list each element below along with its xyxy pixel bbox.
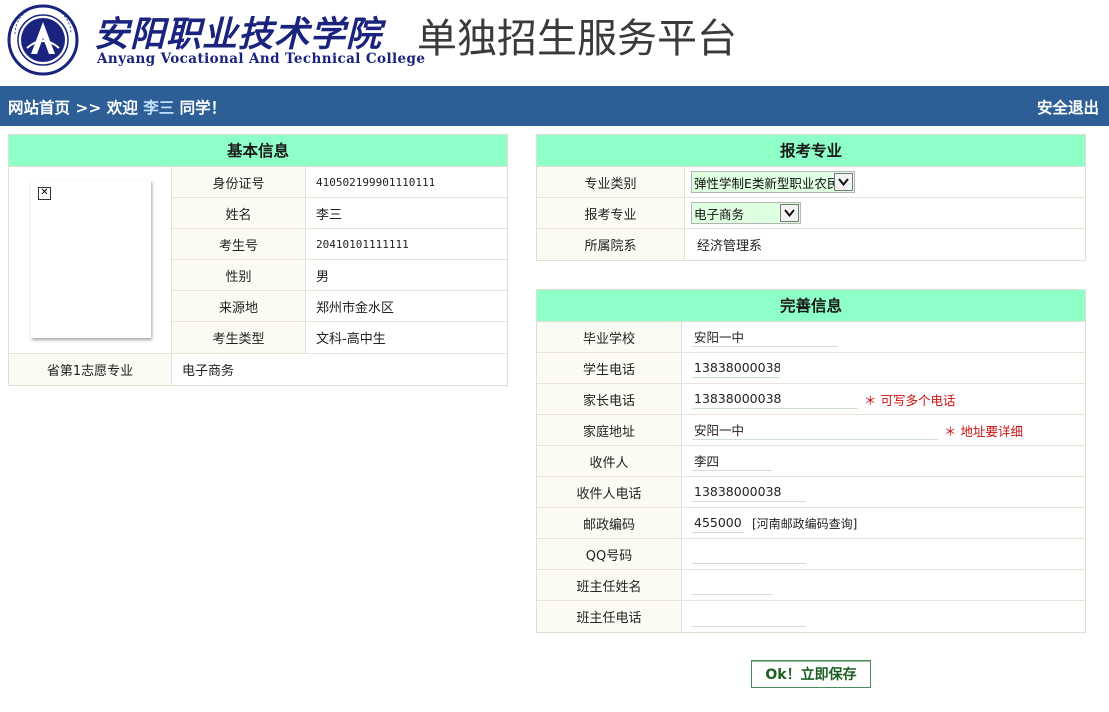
school-name-en: Anyang Vocational And Technical College (97, 51, 426, 67)
site-header: 安阳职业技术学院 Anyang Vocational And Technical… (0, 0, 1109, 86)
postcode-lookup-link[interactable]: [河南邮政编码查询] (752, 515, 857, 532)
department-label: 所属院系 (537, 229, 685, 260)
recipient-phone-label: 收件人电话 (537, 477, 682, 507)
save-button[interactable]: Ok！立即保存 (751, 660, 871, 688)
teacher-phone-row: 班主任电话 (537, 601, 1085, 632)
username: 李三 (143, 99, 175, 117)
college-seal-logo (7, 4, 79, 76)
student-photo: ✕ (31, 180, 151, 338)
info-row-candidate-type: 考生类型 文科-高中生 (172, 322, 507, 353)
graduate-school-row: 毕业学校 (537, 322, 1085, 353)
nav-bar: 网站首页 >> 欢迎 李三 同学！ 安全退出 (0, 86, 1109, 126)
department-row: 所属院系 经济管理系 (537, 229, 1085, 260)
qq-input[interactable] (692, 544, 806, 564)
id-value: 410502199901110111 (306, 167, 507, 197)
major-label: 报考专业 (537, 198, 685, 228)
major-category-select[interactable]: 弹性学制E类新型职业农民 (691, 171, 855, 193)
origin-value: 郑州市金水区 (306, 291, 507, 321)
breadcrumb: 网站首页 >> 欢迎 李三 同学！ (8, 96, 226, 118)
major-title: 报考专业 (537, 135, 1085, 167)
school-name-cn: 安阳职业技术学院 (94, 14, 383, 55)
student-phone-row: 学生电话 (537, 353, 1085, 384)
home-address-label: 家庭地址 (537, 415, 682, 445)
home-address-input[interactable] (692, 420, 938, 440)
major-category-selected: 弹性学制E类新型职业农民 (694, 175, 834, 191)
info-row-id: 身份证号 410502199901110111 (172, 167, 507, 198)
graduate-school-label: 毕业学校 (537, 322, 682, 352)
department-value: 经济管理系 (685, 229, 1085, 260)
postcode-label: 邮政编码 (537, 508, 682, 538)
welcome-suffix: 同学！ (179, 99, 227, 117)
graduate-school-input[interactable] (692, 327, 838, 347)
teacher-phone-input[interactable] (692, 606, 806, 627)
info-row-gender: 性别 男 (172, 260, 507, 291)
basic-info-title: 基本信息 (9, 135, 507, 167)
recipient-label: 收件人 (537, 446, 682, 476)
major-category-label: 专业类别 (537, 167, 685, 197)
info-row-origin: 来源地 郑州市金水区 (172, 291, 507, 322)
parent-phone-label: 家长电话 (537, 384, 682, 414)
exam-number-label: 考生号 (172, 229, 306, 259)
complete-info-title: 完善信息 (537, 290, 1085, 322)
student-phone-input[interactable] (692, 358, 780, 378)
student-phone-label: 学生电话 (537, 353, 682, 383)
first-choice-value: 电子商务 (172, 354, 507, 385)
home-link[interactable]: 网站首页 (8, 99, 70, 117)
gender-label: 性别 (172, 260, 306, 290)
major-panel: 报考专业 专业类别 弹性学制E类新型职业农民 报考专业 电子商务 所属院系 经济… (536, 134, 1086, 261)
teacher-name-label: 班主任姓名 (537, 570, 682, 600)
id-label: 身份证号 (172, 167, 306, 197)
exam-number-value: 20410101111111 (306, 229, 507, 259)
parent-phone-hint: ＊ 可写多个电话 (864, 392, 956, 408)
recipient-input[interactable] (692, 451, 772, 471)
qq-row: QQ号码 (537, 539, 1085, 570)
parent-phone-input[interactable] (692, 389, 858, 409)
recipient-phone-input[interactable] (692, 482, 806, 502)
parent-phone-row: 家长电话 ＊ 可写多个电话 (537, 384, 1085, 415)
logout-link[interactable]: 安全退出 (1037, 96, 1099, 118)
teacher-name-row: 班主任姓名 (537, 570, 1085, 601)
major-row: 报考专业 电子商务 (537, 198, 1085, 229)
welcome-text: 欢迎 (106, 99, 138, 117)
info-row-name: 姓名 李三 (172, 198, 507, 229)
platform-title: 单独招生服务平台 (417, 16, 737, 62)
origin-label: 来源地 (172, 291, 306, 321)
qq-label: QQ号码 (537, 539, 682, 569)
first-choice-label: 省第1志愿专业 (9, 354, 172, 385)
gender-value: 男 (306, 260, 507, 290)
chevron-down-icon[interactable] (834, 173, 853, 191)
postcode-row: 邮政编码 [河南邮政编码查询] (537, 508, 1085, 539)
recipient-phone-row: 收件人电话 (537, 477, 1085, 508)
info-row-exam-number: 考生号 20410101111111 (172, 229, 507, 260)
name-value: 李三 (306, 198, 507, 228)
major-selected: 电子商务 (694, 206, 745, 222)
major-select[interactable]: 电子商务 (691, 202, 801, 224)
chevron-down-icon[interactable] (780, 204, 799, 222)
candidate-type-label: 考生类型 (172, 322, 306, 353)
home-address-row: 家庭地址 ＊ 地址要详细 (537, 415, 1085, 446)
photo-cell: ✕ (9, 167, 172, 353)
info-row-first-choice: 省第1志愿专业 电子商务 (9, 354, 507, 385)
complete-info-panel: 完善信息 毕业学校 学生电话 家长电话 ＊ 可写多个电话 家庭地址 ＊ 地址要详… (536, 289, 1086, 633)
basic-info-panel: 基本信息 ✕ 身份证号 410502199901110111 姓名 李三 考生号… (8, 134, 508, 386)
candidate-type-value: 文科-高中生 (306, 322, 507, 353)
teacher-phone-label: 班主任电话 (537, 601, 682, 632)
broken-image-icon: ✕ (38, 187, 51, 200)
postcode-input[interactable] (692, 513, 744, 533)
breadcrumb-separator: >> (75, 99, 102, 117)
teacher-name-input[interactable] (692, 575, 772, 595)
home-address-hint: ＊ 地址要详细 (944, 423, 1023, 439)
major-category-row: 专业类别 弹性学制E类新型职业农民 (537, 167, 1085, 198)
recipient-row: 收件人 (537, 446, 1085, 477)
name-label: 姓名 (172, 198, 306, 228)
